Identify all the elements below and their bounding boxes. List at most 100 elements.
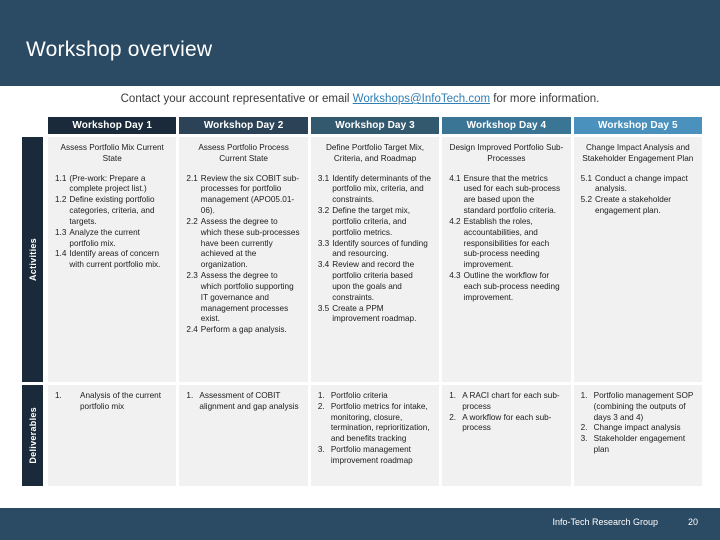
activities-list-day-4: 4.1 Ensure that the metrics used for each… xyxy=(449,174,563,304)
list-item: 3.5 Create a PPM improvement roadmap. xyxy=(318,304,432,326)
list-item: 2. Portfolio metrics for intake, monitori… xyxy=(318,402,432,445)
list-item-number: 2.4 xyxy=(186,325,198,335)
list-item-number: 3.4 xyxy=(317,260,330,270)
row-label-deliverables: Deliverables xyxy=(22,385,43,486)
deliverables-cell-day-4: 1. A RACI chart for each sub-process 2. A w… xyxy=(442,385,571,486)
list-item: 3.4 Review and record the portfolio crite… xyxy=(318,260,432,303)
row-label-activities-text: Activities xyxy=(27,237,38,282)
list-item-text: Portfolio management improvement roadmap xyxy=(330,445,413,465)
list-item-text: Portfolio criteria xyxy=(330,391,388,400)
deliverables-list-day-4: 1. A RACI chart for each sub-process 2. A w… xyxy=(449,391,563,434)
list-item: 1. Analysis of the current portfolio mix xyxy=(55,391,169,413)
contact-line: Contact your account representative or e… xyxy=(0,93,720,105)
list-item-number: 3.3 xyxy=(317,238,330,248)
list-item-text: Conduct a change impact analysis. xyxy=(595,173,688,194)
list-item-text: Stakeholder engagement plan xyxy=(593,434,686,455)
list-item-number: 3.1 xyxy=(317,173,330,183)
list-item-text: Identify areas of concern with current p… xyxy=(69,249,161,270)
title-banner: Workshop overview xyxy=(0,0,720,86)
list-item: 3.3 Identify sources of funding and resou… xyxy=(318,239,432,261)
activities-title-day-2: Assess Portfolio Process Current State xyxy=(198,143,289,163)
list-item-number: 3.2 xyxy=(317,206,330,216)
list-item-number: 3.5 xyxy=(317,303,330,313)
deliverables-row: 1. Analysis of the current portfolio mix … xyxy=(48,385,703,486)
list-item-text: Perform a gap analysis. xyxy=(200,325,287,335)
list-item: 1. Assessment of COBIT alignment and gap … xyxy=(186,391,300,413)
list-item: 1. Portfolio criteria xyxy=(318,391,432,402)
column-header-day-1[interactable]: Workshop Day 1 xyxy=(48,117,177,134)
list-item-text: Ensure that the metrics used for each su… xyxy=(463,173,561,216)
list-item-number: 2.1 xyxy=(186,173,198,183)
list-item-text: Define existing portfolio categories, cr… xyxy=(69,195,155,226)
list-item: 1.3 Analyze the current portfolio mix. xyxy=(55,228,169,250)
activities-cell-day-2: Assess Portfolio Process Current State 2… xyxy=(179,137,308,382)
footer-brand: Info-Tech Research Group xyxy=(552,517,658,527)
list-item: 2.4 Perform a gap analysis. xyxy=(186,325,300,336)
list-item: 1.1 (Pre-work: Prepare a complete project… xyxy=(55,174,169,196)
list-item-text: A RACI chart for each sub-process xyxy=(462,391,560,411)
list-item: 2.2 Assess the degree to which these sub-… xyxy=(186,217,300,271)
list-item-number: 5.2 xyxy=(580,195,593,205)
list-item-number: 1. xyxy=(186,391,194,400)
list-item-text: Create a stakeholder engagement plan. xyxy=(595,195,672,216)
list-item-number: 4.2 xyxy=(449,216,461,226)
list-item: 2.3 Assess the degree to which portfolio … xyxy=(186,271,300,325)
list-item: 3.1 Identify determinants of the portfoli… xyxy=(318,174,432,206)
list-item: 5.1 Conduct a change impact analysis. xyxy=(581,174,695,196)
list-item-number: 1.3 xyxy=(55,227,67,237)
list-item: 1.2 Define existing portfolio categories,… xyxy=(55,195,169,227)
list-item-text: Review and record the portfolio criteria… xyxy=(332,260,415,302)
row-label-deliverables-text: Deliverables xyxy=(27,407,38,464)
workshop-overview-table: Workshop Day 1 Workshop Day 2 Workshop D… xyxy=(48,117,703,486)
list-item: 2. A workflow for each sub-process xyxy=(449,413,563,435)
contact-prefix: Contact your account representative or e… xyxy=(120,93,353,105)
contact-email-link[interactable]: Workshops@InfoTech.com xyxy=(353,93,490,105)
list-item-text: (Pre-work: Prepare a complete project li… xyxy=(69,173,147,194)
column-header-day-4[interactable]: Workshop Day 4 xyxy=(442,117,571,134)
list-item: 1. A RACI chart for each sub-process xyxy=(449,391,563,413)
list-item-text: Assess the degree to which these sub-pro… xyxy=(200,216,300,270)
list-item-number: 2. xyxy=(449,412,457,422)
activities-title-day-4: Design Improved Portfolio Sub-Processes xyxy=(449,143,564,163)
list-item-number: 4.1 xyxy=(449,173,461,183)
deliverables-list-day-1: 1. Analysis of the current portfolio mix xyxy=(55,391,169,413)
list-item-number: 5.1 xyxy=(580,173,593,183)
deliverables-cell-day-1: 1. Analysis of the current portfolio mix xyxy=(48,385,177,486)
list-item-text: Review the six COBIT sub-processes for p… xyxy=(200,173,299,216)
activities-title-day-5: Change Impact Analysis and Stakeholder E… xyxy=(582,143,694,163)
list-item-number: 2. xyxy=(580,423,588,433)
column-header-day-2[interactable]: Workshop Day 2 xyxy=(179,117,308,134)
list-item-number: 1.1 xyxy=(55,173,67,183)
list-item: 2.1 Review the six COBIT sub-processes fo… xyxy=(186,174,300,217)
list-item-text: Portfolio management SOP (combining the … xyxy=(593,391,694,422)
list-item-number: 2. xyxy=(317,401,325,411)
list-item-text: Analyze the current portfolio mix. xyxy=(69,227,140,248)
list-item-text: Assess the degree to which portfolio sup… xyxy=(200,271,294,324)
list-item-text: Assessment of COBIT alignment and gap an… xyxy=(199,391,299,411)
activities-cell-day-5: Change Impact Analysis and Stakeholder E… xyxy=(573,137,703,382)
list-item-number: 1. xyxy=(449,391,457,400)
deliverables-cell-day-2: 1. Assessment of COBIT alignment and gap … xyxy=(179,385,308,486)
list-item: 4.2 Establish the roles, accountabilities… xyxy=(449,217,563,271)
activities-row: Assess Portfolio Mix Current State 1.1 (P… xyxy=(48,137,703,382)
activities-cell-day-3: Define Portfolio Target Mix, Criteria, a… xyxy=(310,137,440,382)
list-item: 3. Stakeholder engagement plan xyxy=(581,434,695,456)
column-header-day-3[interactable]: Workshop Day 3 xyxy=(310,117,440,134)
activities-title-day-3: Define Portfolio Target Mix, Criteria, a… xyxy=(325,143,425,163)
footer-bar: Info-Tech Research Group 20 xyxy=(0,508,720,540)
activities-title-day-1: Assess Portfolio Mix Current State xyxy=(60,143,164,163)
list-item-number: 2.3 xyxy=(186,271,198,281)
list-item-number: 1. xyxy=(580,391,588,400)
list-item-number: 1. xyxy=(55,391,62,400)
column-header-day-5[interactable]: Workshop Day 5 xyxy=(573,117,703,134)
contact-suffix: for more information. xyxy=(490,93,600,105)
deliverables-list-day-2: 1. Assessment of COBIT alignment and gap … xyxy=(186,391,300,413)
activities-list-day-3: 3.1 Identify determinants of the portfoli… xyxy=(318,174,432,326)
list-item-number: 3. xyxy=(317,445,325,455)
list-item-text: Analysis of the current portfolio mix xyxy=(80,391,162,411)
list-item-number: 4.3 xyxy=(449,271,461,281)
table-header-row: Workshop Day 1 Workshop Day 2 Workshop D… xyxy=(48,117,703,134)
list-item-text: Outline the workflow for each sub-proces… xyxy=(463,271,560,302)
activities-list-day-2: 2.1 Review the six COBIT sub-processes fo… xyxy=(186,174,300,336)
list-item: 5.2 Create a stakeholder engagement plan. xyxy=(581,195,695,217)
